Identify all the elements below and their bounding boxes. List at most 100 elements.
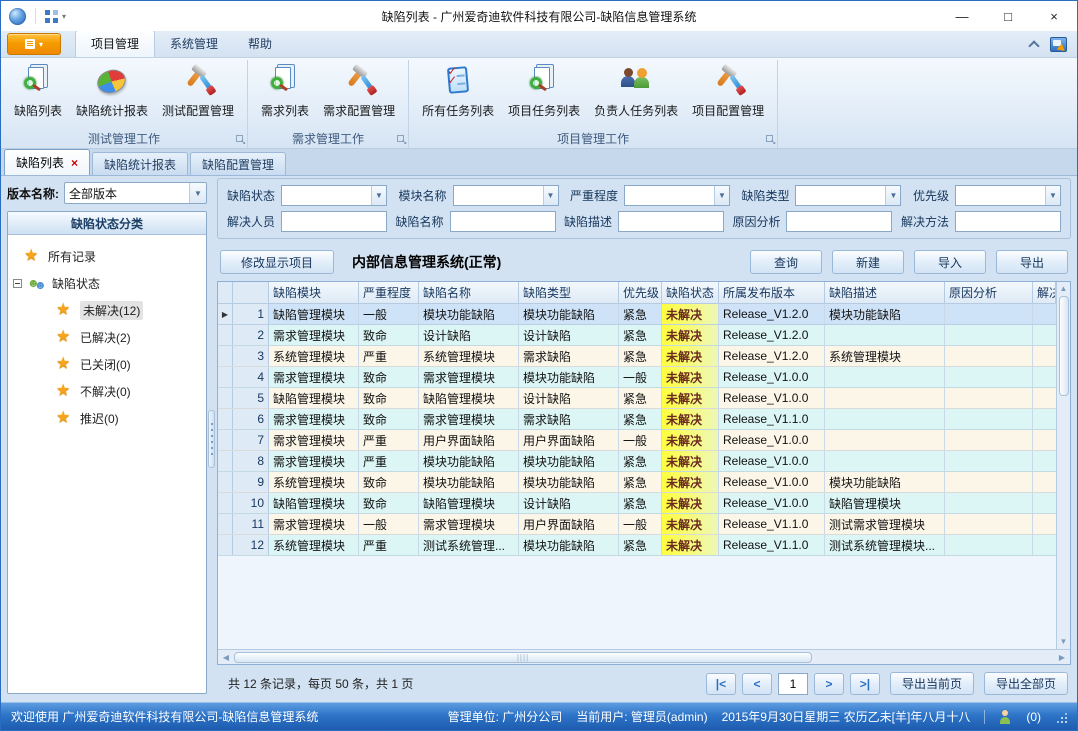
row-selector[interactable] — [218, 535, 233, 555]
quick-access-caret-icon[interactable]: ▾ — [62, 12, 66, 21]
version-combo[interactable]: 全部版本 ▼ — [64, 182, 207, 204]
col-severity-header[interactable]: 严重程度 — [359, 282, 419, 303]
ribbon-button[interactable]: 缺陷列表 — [7, 63, 69, 121]
chevron-down-icon[interactable]: ▼ — [189, 183, 206, 203]
modify-display-items-button[interactable]: 修改显示项目 — [220, 250, 334, 274]
col-priority-header[interactable]: 优先级 — [619, 282, 662, 303]
row-selector[interactable] — [218, 346, 233, 366]
horizontal-scrollbar[interactable]: ◀ ▶ — [218, 649, 1070, 664]
ribbon-button[interactable]: 需求列表 — [254, 63, 316, 121]
close-tab-icon[interactable]: × — [71, 156, 78, 170]
online-users-icon[interactable] — [999, 710, 1012, 724]
tree-item[interactable]: 已关闭(0) — [10, 351, 204, 378]
app-menu-button[interactable]: ▾ — [7, 33, 61, 55]
col-description-header[interactable]: 缺陷描述 — [825, 282, 945, 303]
table-row[interactable]: ▶ 1 缺陷管理模块 一般 模块功能缺陷 模块功能缺陷 紧急 未解决 Relea… — [218, 304, 1056, 325]
new-button[interactable]: 新建 — [832, 250, 904, 274]
maximize-button[interactable]: □ — [985, 1, 1031, 31]
filter-combo-input[interactable]: ▼ — [624, 185, 730, 206]
filter-text-input[interactable] — [618, 211, 724, 232]
scroll-right-icon[interactable]: ▶ — [1055, 653, 1069, 662]
ribbon-button[interactable]: 所有任务列表 — [415, 63, 501, 121]
col-cause-header[interactable]: 原因分析 — [945, 282, 1033, 303]
row-selector[interactable]: ▶ — [218, 304, 233, 324]
scroll-up-icon[interactable]: ▲ — [1060, 283, 1068, 295]
next-page-button[interactable]: > — [814, 673, 844, 695]
export-all-pages-button[interactable]: 导出全部页 — [984, 672, 1068, 695]
filter-combo-input[interactable]: ▼ — [281, 185, 387, 206]
row-selector[interactable] — [218, 409, 233, 429]
row-selector[interactable] — [218, 451, 233, 471]
filter-text-input[interactable] — [281, 211, 387, 232]
row-selector[interactable] — [218, 325, 233, 345]
col-status-header[interactable]: 缺陷状态 — [662, 282, 719, 303]
table-row[interactable]: 9 系统管理模块 致命 模块功能缺陷 模块功能缺陷 紧急 未解决 Release… — [218, 472, 1056, 493]
tree-item[interactable]: 不解决(0) — [10, 378, 204, 405]
table-row[interactable]: 7 需求管理模块 严重 用户界面缺陷 用户界面缺陷 一般 未解决 Release… — [218, 430, 1056, 451]
close-button[interactable]: × — [1031, 1, 1077, 31]
filter-text-input[interactable] — [786, 211, 892, 232]
chevron-down-icon[interactable]: ▼ — [1045, 186, 1060, 205]
tree-expander-icon[interactable] — [13, 279, 22, 288]
ribbon-tab-system[interactable]: 系统管理 — [155, 31, 233, 57]
row-selector[interactable] — [218, 472, 233, 492]
col-version-header[interactable]: 所属发布版本 — [719, 282, 825, 303]
row-selector[interactable] — [218, 430, 233, 450]
last-page-button[interactable]: >| — [850, 673, 880, 695]
sidebar-splitter[interactable] — [207, 176, 215, 702]
filter-combo-input[interactable]: ▼ — [795, 185, 901, 206]
vertical-scroll-thumb[interactable] — [1059, 296, 1069, 396]
table-row[interactable]: 5 缺陷管理模块 致命 缺陷管理模块 设计缺陷 紧急 未解决 Release_V… — [218, 388, 1056, 409]
document-tab[interactable]: 缺陷配置管理 — [190, 152, 286, 175]
ribbon-button[interactable]: 负责人任务列表 — [587, 63, 685, 121]
scroll-down-icon[interactable]: ▼ — [1060, 636, 1068, 648]
chevron-down-icon[interactable]: ▼ — [371, 186, 386, 205]
collapse-ribbon-icon[interactable] — [1028, 40, 1039, 51]
skin-style-icon[interactable] — [1050, 37, 1067, 52]
ribbon-tab-help[interactable]: 帮助 — [233, 31, 287, 57]
page-number-input[interactable] — [778, 673, 808, 695]
chevron-down-icon[interactable]: ▼ — [714, 186, 729, 205]
quick-access-grid-icon[interactable] — [45, 10, 58, 23]
tree-item[interactable]: 所有记录 — [10, 243, 204, 270]
export-current-page-button[interactable]: 导出当前页 — [890, 672, 974, 695]
ribbon-tab-project[interactable]: 项目管理 — [75, 30, 155, 57]
ribbon-button[interactable]: 需求配置管理 — [316, 63, 402, 121]
row-selector[interactable] — [218, 367, 233, 387]
dialog-launcher-icon[interactable] — [396, 134, 406, 144]
col-solution-header[interactable]: 解决方法 — [1033, 282, 1056, 303]
tree-item[interactable]: 已解决(2) — [10, 324, 204, 351]
col-name-header[interactable]: 缺陷名称 — [419, 282, 519, 303]
ribbon-button[interactable]: 项目任务列表 — [501, 63, 587, 121]
row-selector[interactable] — [218, 493, 233, 513]
vertical-scrollbar[interactable]: ▲ ▼ — [1056, 282, 1070, 649]
row-selector[interactable] — [218, 514, 233, 534]
import-button[interactable]: 导入 — [914, 250, 986, 274]
scroll-left-icon[interactable]: ◀ — [219, 653, 233, 662]
tree-item[interactable]: 未解决(12) — [10, 297, 204, 324]
filter-text-input[interactable] — [450, 211, 556, 232]
table-row[interactable]: 4 需求管理模块 致命 需求管理模块 模块功能缺陷 一般 未解决 Release… — [218, 367, 1056, 388]
dialog-launcher-icon[interactable] — [765, 134, 775, 144]
row-selector[interactable] — [218, 388, 233, 408]
ribbon-button[interactable]: 缺陷统计报表 — [69, 63, 155, 121]
ribbon-button[interactable]: 测试配置管理 — [155, 63, 241, 121]
first-page-button[interactable]: |< — [706, 673, 736, 695]
ribbon-button[interactable]: 项目配置管理 — [685, 63, 771, 121]
dialog-launcher-icon[interactable] — [235, 134, 245, 144]
chevron-down-icon[interactable]: ▼ — [543, 186, 558, 205]
table-row[interactable]: 6 需求管理模块 致命 需求管理模块 需求缺陷 紧急 未解决 Release_V… — [218, 409, 1056, 430]
document-tab[interactable]: 缺陷列表 × — [4, 149, 90, 175]
prev-page-button[interactable]: < — [742, 673, 772, 695]
minimize-button[interactable]: — — [939, 1, 985, 31]
table-row[interactable]: 2 需求管理模块 致命 设计缺陷 设计缺陷 紧急 未解决 Release_V1.… — [218, 325, 1056, 346]
table-row[interactable]: 8 需求管理模块 严重 模块功能缺陷 模块功能缺陷 紧急 未解决 Release… — [218, 451, 1056, 472]
filter-combo-input[interactable]: ▼ — [453, 185, 559, 206]
filter-text-input[interactable] — [955, 211, 1061, 232]
tree-item[interactable]: 推迟(0) — [10, 405, 204, 432]
col-type-header[interactable]: 缺陷类型 — [519, 282, 619, 303]
query-button[interactable]: 查询 — [750, 250, 822, 274]
table-row[interactable]: 10 缺陷管理模块 致命 缺陷管理模块 设计缺陷 紧急 未解决 Release_… — [218, 493, 1056, 514]
filter-combo-input[interactable]: ▼ — [955, 185, 1061, 206]
splitter-handle[interactable] — [208, 410, 215, 468]
